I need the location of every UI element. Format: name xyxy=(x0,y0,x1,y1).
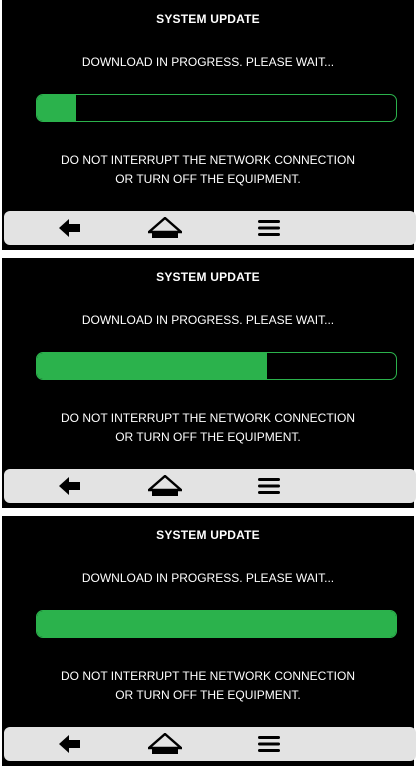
progress-fill xyxy=(37,353,267,379)
warning-line-2: OR TURN OFF THE EQUIPMENT. xyxy=(115,172,301,186)
update-screen-2: SYSTEM UPDATE DOWNLOAD IN PROGRESS. PLEA… xyxy=(2,258,416,508)
download-status-message: DOWNLOAD IN PROGRESS. PLEASE WAIT... xyxy=(81,55,335,69)
home-button[interactable] xyxy=(141,469,189,503)
back-button[interactable] xyxy=(46,469,94,503)
bottom-nav-bar xyxy=(4,469,416,503)
hamburger-menu-icon xyxy=(258,478,280,494)
warning-line-1: DO NOT INTERRUPT THE NETWORK CONNECTION xyxy=(60,669,355,683)
download-status-message: DOWNLOAD IN PROGRESS. PLEASE WAIT... xyxy=(81,571,335,585)
update-screen-3: SYSTEM UPDATE DOWNLOAD IN PROGRESS. PLEA… xyxy=(2,516,416,766)
home-icon xyxy=(148,733,182,754)
download-progress-bar xyxy=(36,610,397,638)
warning-line-1: DO NOT INTERRUPT THE NETWORK CONNECTION xyxy=(60,411,355,425)
screen-title: SYSTEM UPDATE xyxy=(156,528,260,542)
update-screen-1: SYSTEM UPDATE DOWNLOAD IN PROGRESS. PLEA… xyxy=(2,0,416,250)
warning-line-1: DO NOT INTERRUPT THE NETWORK CONNECTION xyxy=(60,153,355,167)
warning-line-2: OR TURN OFF THE EQUIPMENT. xyxy=(115,430,301,444)
hamburger-menu-icon xyxy=(258,220,280,236)
home-icon xyxy=(148,475,182,496)
warning-message: DO NOT INTERRUPT THE NETWORK CONNECTION … xyxy=(2,667,414,705)
download-progress-bar xyxy=(36,94,397,122)
screen-title: SYSTEM UPDATE xyxy=(156,270,260,284)
progress-fill xyxy=(37,95,77,121)
screen-title: SYSTEM UPDATE xyxy=(156,12,260,26)
arrow-left-icon xyxy=(59,219,80,237)
menu-button[interactable] xyxy=(245,727,293,761)
arrow-left-icon xyxy=(59,477,80,495)
back-button[interactable] xyxy=(46,211,94,245)
warning-line-2: OR TURN OFF THE EQUIPMENT. xyxy=(115,688,301,702)
menu-button[interactable] xyxy=(245,469,293,503)
bottom-nav-bar xyxy=(4,211,416,245)
bottom-nav-bar xyxy=(4,727,416,761)
home-icon xyxy=(148,217,182,238)
menu-button[interactable] xyxy=(245,211,293,245)
progress-fill xyxy=(37,611,396,637)
download-progress-bar xyxy=(36,352,397,380)
warning-message: DO NOT INTERRUPT THE NETWORK CONNECTION … xyxy=(2,151,414,189)
back-button[interactable] xyxy=(46,727,94,761)
hamburger-menu-icon xyxy=(258,736,280,752)
home-button[interactable] xyxy=(141,211,189,245)
download-status-message: DOWNLOAD IN PROGRESS. PLEASE WAIT... xyxy=(81,313,335,327)
warning-message: DO NOT INTERRUPT THE NETWORK CONNECTION … xyxy=(2,409,414,447)
home-button[interactable] xyxy=(141,727,189,761)
arrow-left-icon xyxy=(59,735,80,753)
